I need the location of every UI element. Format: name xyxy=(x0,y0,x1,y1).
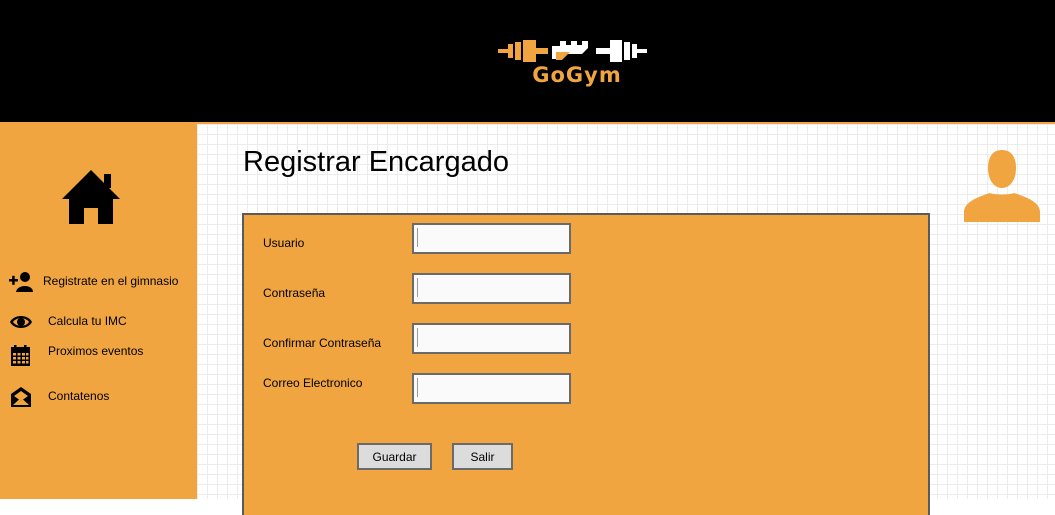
add-user-icon xyxy=(9,272,33,292)
header: GoGym xyxy=(0,0,1055,122)
calendar-icon xyxy=(11,345,30,366)
contrasena-label: Contraseña xyxy=(263,286,326,300)
confirmar-contrasena-label: Confirmar Contraseña xyxy=(263,336,382,350)
gogym-logo[interactable]: GoGym xyxy=(496,36,658,86)
text-cursor xyxy=(417,228,418,247)
eye-icon xyxy=(10,316,32,328)
sidebar-item-imc[interactable]: Calcula tu IMC xyxy=(0,309,197,335)
correo-input[interactable] xyxy=(412,373,571,404)
page-title: Registrar Encargado xyxy=(243,146,509,178)
correo-label: Correo Electronico xyxy=(263,376,363,390)
logo-text: GoGym xyxy=(532,63,622,87)
envelope-icon xyxy=(11,387,31,407)
sidebar: Registrate en el gimnasio Calcula tu IMC… xyxy=(0,122,197,499)
contrasena-input[interactable] xyxy=(412,273,571,304)
sidebar-item-contatenos[interactable]: Contatenos xyxy=(0,384,197,410)
register-form: Usuario Contraseña Confirmar Contraseña … xyxy=(242,213,930,515)
sidebar-item-label: Calcula tu IMC xyxy=(48,314,127,328)
sidebar-item-label: Proximos eventos xyxy=(48,344,144,358)
guardar-button[interactable]: Guardar xyxy=(357,443,432,470)
sidebar-item-label: Contatenos xyxy=(48,389,110,403)
usuario-input[interactable] xyxy=(412,223,571,254)
main-content: Registrar Encargado Usuario Contraseña C… xyxy=(197,122,1055,515)
confirmar-contrasena-input[interactable] xyxy=(412,323,571,354)
dumbbell-fist-icon xyxy=(498,40,647,62)
usuario-label: Usuario xyxy=(263,236,305,250)
user-icon[interactable] xyxy=(964,150,1040,222)
text-cursor xyxy=(417,278,418,297)
salir-button[interactable]: Salir xyxy=(452,443,513,470)
text-cursor xyxy=(417,328,418,347)
sidebar-item-registrate[interactable]: Registrate en el gimnasio xyxy=(0,269,197,295)
sidebar-item-eventos[interactable]: Proximos eventos xyxy=(0,339,197,366)
sidebar-item-label: Registrate en el gimnasio xyxy=(43,274,179,288)
home-icon[interactable] xyxy=(62,170,120,226)
text-cursor xyxy=(417,378,418,397)
